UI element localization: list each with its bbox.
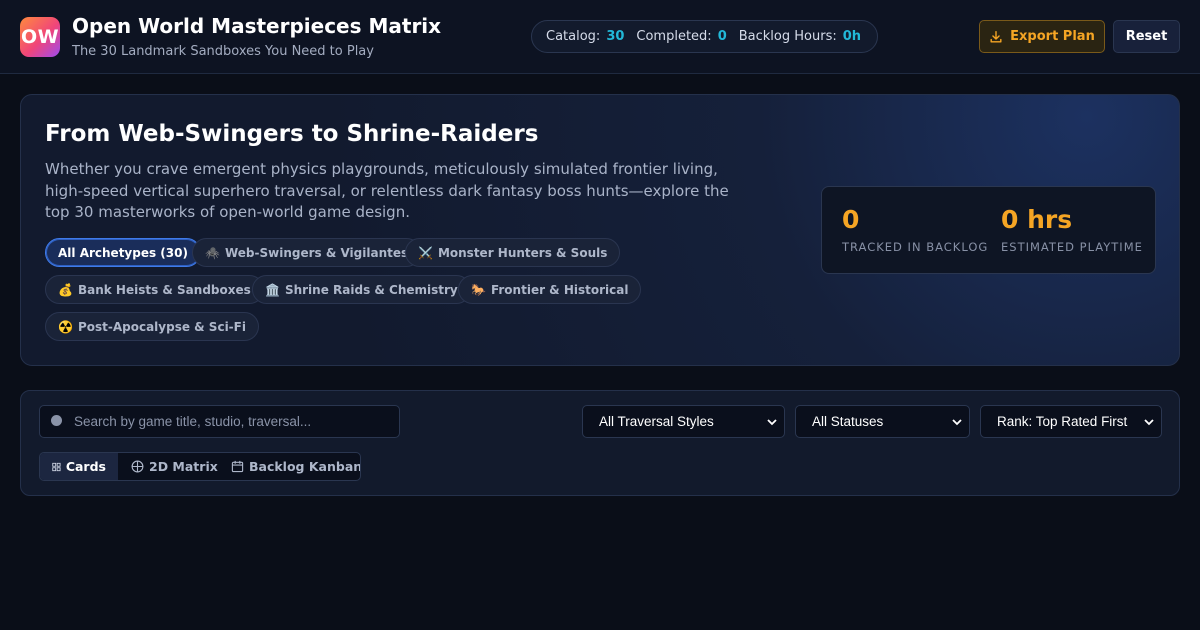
chip-frontier-historical[interactable]: 🐎 Frontier & Historical — [458, 275, 642, 304]
traversal-style-value: All Traversal Styles — [599, 414, 714, 429]
hero-title: From Web-Swingers to Shrine-Raiders — [45, 121, 539, 147]
grid-icon — [52, 462, 61, 471]
chip-label: Post-Apocalypse & Sci-Fi — [77, 319, 246, 334]
view-cards-button[interactable]: Cards — [40, 453, 118, 480]
hero-description: Whether you crave emergent physics playg… — [45, 160, 729, 221]
playtime-value: 0 hrs — [1001, 205, 1073, 234]
chip-bank-heists[interactable]: 💰 Bank Heists & Sandboxes — [45, 275, 264, 304]
reset-button[interactable]: Reset — [1113, 20, 1180, 53]
playtime-label: ESTIMATED PLAYTIME — [1001, 240, 1143, 254]
chip-shrine-raids[interactable]: 🏛️ Shrine Raids & Chemistry — [252, 275, 471, 304]
temple-icon: 🏛️ — [265, 282, 280, 297]
header-stats: Catalog: 30 Completed: 0 Backlog Hours: … — [531, 20, 878, 53]
search-box — [39, 405, 400, 438]
filter-panel: All Traversal Styles All Statuses Rank: … — [20, 390, 1180, 496]
chip-label: Shrine Raids & Chemistry — [284, 282, 458, 297]
chevron-down-icon — [952, 419, 962, 426]
export-plan-label: Export Plan — [1010, 29, 1095, 44]
money-bag-icon: 💰 — [58, 282, 73, 297]
radioactive-icon: ☢️ — [58, 319, 73, 334]
status-select[interactable]: All Statuses — [795, 405, 970, 438]
backlog-summary-card: 0 TRACKED IN BACKLOG 0 hrs ESTIMATED PLA… — [821, 186, 1156, 274]
chip-all-archetypes[interactable]: All Archetypes (30) — [45, 238, 201, 267]
view-matrix-button[interactable]: 2D Matrix — [119, 453, 230, 480]
chevron-down-icon — [1144, 419, 1154, 426]
chip-monster-hunters[interactable]: ⚔️ Monster Hunters & Souls — [405, 238, 621, 267]
chip-label: Bank Heists & Sandboxes — [77, 282, 251, 297]
logo-text: OW — [20, 26, 60, 48]
view-kanban-button[interactable]: Backlog Kanban — [219, 453, 361, 480]
chip-post-apocalypse[interactable]: ☢️ Post-Apocalypse & Sci-Fi — [45, 312, 259, 341]
view-matrix-label: 2D Matrix — [149, 459, 218, 474]
chip-label: Web-Swingers & Vigilantes — [224, 245, 409, 260]
traversal-style-select[interactable]: All Traversal Styles — [582, 405, 785, 438]
search-input[interactable] — [74, 406, 394, 437]
catalog-value: 30 — [606, 29, 625, 44]
crossed-swords-icon: ⚔️ — [418, 245, 433, 260]
horse-icon: 🐎 — [471, 282, 486, 297]
export-plan-button[interactable]: Export Plan — [979, 20, 1105, 53]
download-icon — [990, 30, 1002, 43]
backlog-hours-label: Backlog Hours: — [738, 29, 837, 44]
tracked-count: 0 — [842, 205, 860, 234]
backlog-hours-value: 0h — [842, 29, 862, 44]
completed-label: Completed: — [636, 29, 712, 44]
view-mode-toggle: Cards 2D Matrix Backlog Kanban — [39, 452, 361, 481]
chip-web-swingers[interactable]: 🕷️ Web-Swingers & Vigilantes — [192, 238, 422, 267]
status-value: All Statuses — [812, 414, 884, 429]
reset-label: Reset — [1125, 29, 1168, 44]
search-icon — [51, 415, 62, 426]
spider-icon: 🕷️ — [205, 245, 220, 260]
hero-section: From Web-Swingers to Shrine-Raiders Whet… — [20, 94, 1180, 366]
app-logo: OW — [20, 17, 60, 57]
sort-value: Rank: Top Rated First — [997, 414, 1128, 429]
chip-label: All Archetypes (30) — [58, 245, 188, 260]
tracked-label: TRACKED IN BACKLOG — [842, 240, 989, 254]
chevron-down-icon — [767, 419, 777, 426]
completed-value: 0 — [717, 29, 727, 44]
calendar-icon — [231, 460, 244, 473]
app-subtitle: The 30 Landmark Sandboxes You Need to Pl… — [72, 44, 374, 59]
catalog-label: Catalog: — [546, 29, 601, 44]
sort-select[interactable]: Rank: Top Rated First — [980, 405, 1162, 438]
view-kanban-label: Backlog Kanban — [249, 459, 361, 474]
view-cards-label: Cards — [65, 459, 106, 474]
crosshair-icon — [131, 460, 144, 473]
app-header: OW Open World Masterpieces Matrix The 30… — [0, 0, 1200, 74]
app-title: Open World Masterpieces Matrix — [72, 14, 442, 38]
chip-label: Frontier & Historical — [490, 282, 629, 297]
chip-label: Monster Hunters & Souls — [437, 245, 608, 260]
